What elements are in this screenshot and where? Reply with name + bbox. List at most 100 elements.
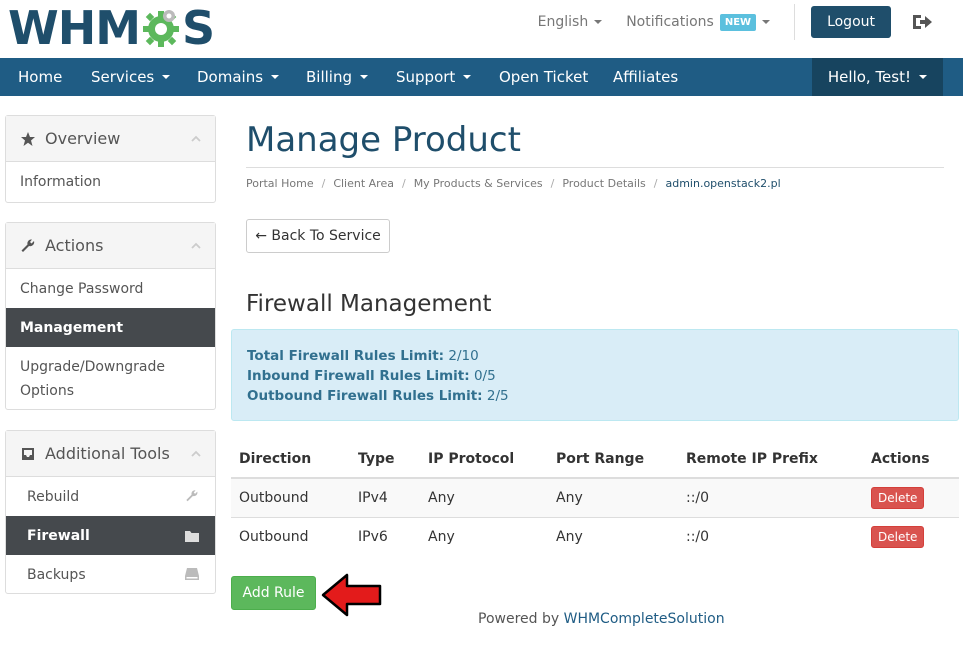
nav-home-label: Home — [18, 68, 63, 86]
breadcrumb-product-details[interactable]: Product Details — [562, 177, 645, 190]
sidebar-item-label: Change Password — [20, 280, 144, 297]
nav-domains[interactable]: Domains — [197, 58, 280, 96]
cell-remote-prefix: ::/0 — [678, 516, 863, 556]
nav-domains-label: Domains — [197, 68, 264, 86]
breadcrumb-separator: / — [653, 177, 658, 190]
sign-out-icon[interactable] — [911, 13, 933, 31]
tools-panel-header[interactable]: Additional Tools — [6, 431, 215, 477]
chevron-down-icon — [594, 20, 603, 24]
sidebar-item-backups[interactable]: Backups — [6, 555, 215, 594]
page-title: Manage Product — [246, 120, 521, 160]
column-header: IP Protocol — [420, 440, 548, 479]
delete-button[interactable]: Delete — [871, 525, 925, 548]
header: WHM S English Notifications NEW Logout — [0, 0, 963, 58]
chevron-down-icon — [463, 75, 472, 79]
column-header: Actions — [863, 440, 959, 479]
sidebar-item-upgrade-downgrade[interactable]: Upgrade/Downgrade Options — [6, 347, 215, 410]
chevron-up-icon[interactable] — [191, 449, 201, 459]
overview-panel-header[interactable]: Overview — [6, 116, 215, 162]
table-row: Outbound IPv6 Any Any ::/0 Delete — [231, 516, 959, 556]
sidebar-item-label: Backups — [27, 566, 86, 583]
notifications-dropdown[interactable]: Notifications NEW — [626, 13, 771, 31]
nav-home[interactable]: Home — [18, 58, 62, 96]
chevron-up-icon[interactable] — [191, 241, 201, 251]
limit-total: Total Firewall Rules Limit: 2/10 — [247, 346, 943, 366]
nav-services-label: Services — [91, 68, 155, 86]
sidebar-item-label: Upgrade/Downgrade — [20, 358, 165, 375]
breadcrumb-separator: / — [401, 177, 406, 190]
sidebar-item-information[interactable]: Information — [6, 162, 215, 201]
chevron-down-icon — [919, 75, 927, 79]
nav-support-label: Support — [396, 68, 456, 86]
main-navbar: Home Services Domains Billing Support Op… — [0, 58, 963, 96]
cell-port-range: Any — [548, 477, 678, 517]
nav-affiliates-label: Affiliates — [613, 68, 679, 86]
sidebar-item-change-password[interactable]: Change Password — [6, 269, 215, 308]
inbox-icon — [22, 447, 34, 460]
nav-services[interactable]: Services — [91, 58, 171, 96]
limit-value: 2/10 — [448, 348, 479, 364]
footer-link[interactable]: WHMCompleteSolution — [564, 611, 725, 627]
limit-inbound: Inbound Firewall Rules Limit: 0/5 — [247, 366, 943, 386]
nav-affiliates[interactable]: Affiliates — [613, 58, 678, 96]
column-header: Port Range — [548, 440, 678, 479]
nav-support[interactable]: Support — [396, 58, 472, 96]
nav-billing[interactable]: Billing — [306, 58, 368, 96]
add-rule-button[interactable]: Add Rule — [231, 576, 316, 610]
limits-info-box: Total Firewall Rules Limit: 2/10 Inbound… — [231, 329, 959, 421]
cell-protocol: Any — [420, 516, 548, 556]
nav-open-ticket[interactable]: Open Ticket — [499, 58, 588, 96]
actions-title: Actions — [45, 236, 104, 255]
cell-remote-prefix: ::/0 — [678, 477, 863, 517]
cell-actions: Delete — [863, 477, 959, 517]
cell-actions: Delete — [863, 516, 959, 556]
arrow-left-icon — [321, 573, 382, 617]
wrench-icon — [21, 238, 35, 252]
limit-value: 2/5 — [486, 388, 509, 404]
logo-text-right: S — [182, 1, 215, 55]
chevron-up-icon[interactable] — [191, 134, 201, 144]
column-header: Type — [350, 440, 420, 479]
sidebar-item-label: Options — [20, 382, 75, 399]
breadcrumb-separator: / — [321, 177, 326, 190]
nav-open-ticket-label: Open Ticket — [499, 68, 589, 86]
additional-tools-panel: Additional Tools Rebuild Firewall Backup… — [5, 430, 216, 594]
section-title: Firewall Management — [246, 291, 492, 317]
gear-logo-icon — [141, 8, 181, 48]
breadcrumb-my-products[interactable]: My Products & Services — [414, 177, 543, 190]
sidebar-item-rebuild[interactable]: Rebuild — [6, 477, 215, 516]
actions-panel-header[interactable]: Actions — [6, 223, 215, 269]
cell-type: IPv6 — [350, 516, 420, 556]
logout-button[interactable]: Logout — [811, 6, 891, 38]
firewall-rules-table: Direction Type IP Protocol Port Range Re… — [231, 440, 959, 556]
hard-drive-icon — [185, 568, 199, 580]
cell-direction: Outbound — [231, 516, 350, 556]
tools-title: Additional Tools — [45, 444, 170, 463]
breadcrumb-client-area[interactable]: Client Area — [333, 177, 394, 190]
cell-port-range: Any — [548, 516, 678, 556]
user-menu[interactable]: Hello, Test! — [811, 58, 943, 96]
back-to-service-button[interactable]: ← Back To Service — [246, 219, 390, 253]
footer: Powered by WHMCompleteSolution — [478, 611, 725, 627]
limit-label: Inbound Firewall Rules Limit: — [247, 368, 470, 384]
delete-button[interactable]: Delete — [871, 486, 925, 509]
sidebar-item-label-block: Upgrade/Downgrade Options — [20, 355, 165, 403]
breadcrumb: Portal Home / Client Area / My Products & … — [246, 177, 789, 190]
footer-prefix: Powered by — [478, 611, 560, 627]
breadcrumb-portal-home[interactable]: Portal Home — [246, 177, 314, 190]
chevron-down-icon — [162, 75, 171, 79]
limit-value: 0/5 — [473, 368, 496, 384]
overview-panel: Overview Information — [5, 115, 216, 203]
chevron-down-icon — [762, 20, 771, 24]
limit-outbound: Outbound Firewall Rules Limit: 2/5 — [247, 386, 943, 406]
sidebar-item-management[interactable]: Management — [6, 308, 215, 347]
sidebar-item-label: Rebuild — [27, 488, 80, 505]
chevron-down-icon — [360, 75, 368, 79]
cell-direction: Outbound — [231, 477, 350, 517]
top-links: English Notifications NEW Logout — [538, 0, 963, 44]
language-dropdown[interactable]: English — [538, 14, 603, 30]
sidebar-item-firewall[interactable]: Firewall — [6, 516, 215, 555]
table-row: Outbound IPv4 Any Any ::/0 Delete — [231, 477, 959, 517]
chevron-down-icon — [271, 75, 280, 79]
whmcs-logo[interactable]: WHM S — [8, 1, 215, 55]
